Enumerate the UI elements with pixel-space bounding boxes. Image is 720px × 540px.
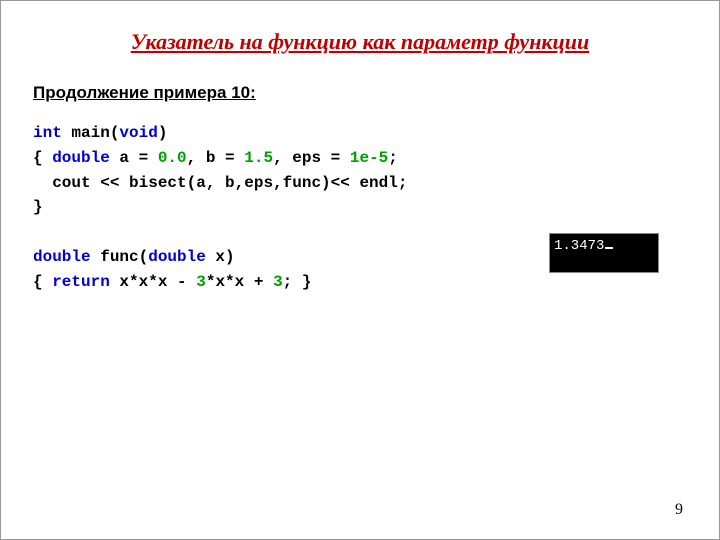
number-literal: 1e-5 (350, 149, 388, 167)
code-line-6: { return x*x*x - 3*x*x + 3; } (33, 273, 311, 291)
keyword-double: double (33, 248, 91, 266)
code-text: x*x*x - (110, 273, 196, 291)
code-line-2: { double a = 0.0, b = 1.5, eps = 1e-5; (33, 149, 398, 167)
number-literal: 1.5 (244, 149, 273, 167)
keyword-double: double (52, 149, 110, 167)
slide-subtitle: Продолжение примера 10: (33, 83, 687, 103)
keyword-int: int (33, 124, 62, 142)
code-text: ; (388, 149, 398, 167)
code-text: , eps = (273, 149, 350, 167)
keyword-double: double (148, 248, 206, 266)
slide: Указатель на функцию как параметр функци… (0, 0, 720, 540)
code-text: main( (62, 124, 120, 142)
code-text: ; } (283, 273, 312, 291)
code-line-4: } (33, 198, 43, 216)
code-text: x) (206, 248, 235, 266)
keyword-void: void (119, 124, 157, 142)
console-text: 1.3473 (554, 238, 604, 254)
number-literal: 3 (273, 273, 283, 291)
console-output: 1.3473 (549, 233, 659, 273)
cursor-icon (605, 247, 613, 249)
keyword-return: return (52, 273, 110, 291)
code-text: a = (110, 149, 158, 167)
page-number: 9 (675, 501, 683, 519)
code-line-3: cout << bisect(a, b,eps,func)<< endl; (33, 174, 407, 192)
number-literal: 3 (196, 273, 206, 291)
code-text: { (33, 273, 52, 291)
code-text: ) (158, 124, 168, 142)
number-literal: 0.0 (158, 149, 187, 167)
code-line-1: int main(void) (33, 124, 167, 142)
code-text: func( (91, 248, 149, 266)
code-text: , b = (187, 149, 245, 167)
code-text: *x*x + (206, 273, 273, 291)
slide-title: Указатель на функцию как параметр функци… (33, 29, 687, 55)
code-line-5: double func(double x) (33, 248, 235, 266)
code-text: { (33, 149, 52, 167)
